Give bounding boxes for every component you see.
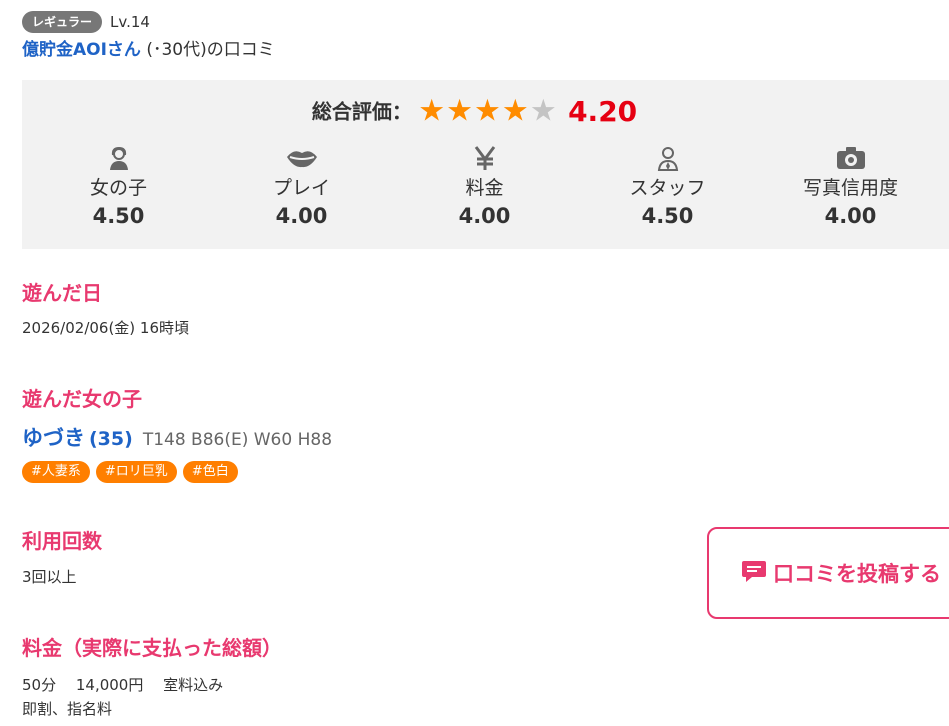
category-score: 4.00 — [275, 204, 328, 228]
tag-chip[interactable]: #人妻系 — [22, 461, 90, 483]
star-filled-icon: ★ — [418, 93, 447, 129]
visit-date-heading: 遊んだ日 — [22, 281, 102, 305]
category-name: プレイ — [272, 177, 330, 199]
girl-stats: T148 B86(E) W60 H88 — [142, 430, 333, 450]
reviewer-line: 億貯金AOIさん (･30代)の口コミ — [22, 38, 275, 62]
lips-icon — [210, 143, 393, 173]
overall-rating: 総合評価： ★★★★★ 4.20 — [0, 92, 949, 130]
category-price: 料金 4.00 — [393, 143, 576, 231]
price-options: 即割、指名料 — [22, 700, 113, 718]
staff-person-icon — [576, 143, 759, 173]
camera-icon — [759, 143, 942, 173]
girl-age[interactable]: (35) — [89, 428, 133, 450]
girl-person-icon — [27, 143, 210, 173]
category-score: 4.50 — [641, 204, 694, 228]
category-score: 4.00 — [458, 204, 511, 228]
category-name: 料金 — [465, 177, 504, 199]
star-filled-icon: ★ — [446, 93, 474, 129]
overall-rating-label: 総合評価： — [311, 99, 412, 124]
overall-score: 4.20 — [568, 94, 638, 128]
post-review-button[interactable]: 口コミを投稿する — [707, 527, 949, 619]
star-rating: ★★★★★ — [418, 94, 558, 129]
girl-name-link[interactable]: ゆづき — [22, 426, 85, 450]
price-heading: 料金（実際に支払った総額） — [22, 636, 282, 660]
tag-chip[interactable]: #色白 — [182, 461, 238, 483]
rank-badge: レギュラー — [22, 11, 103, 33]
tag-chip[interactable]: #ロリ巨乳 — [95, 461, 177, 483]
speech-bubble-icon — [741, 558, 767, 588]
reviewer-name-link[interactable]: 億貯金AOIさん — [22, 40, 141, 60]
girl-heading: 遊んだ女の子 — [22, 387, 142, 411]
visit-date-value: 2026/02/06(金) 16時頃 — [22, 319, 190, 337]
usage-value: 3回以上 — [22, 568, 77, 586]
category-score: 4.00 — [824, 204, 877, 228]
usage-heading: 利用回数 — [22, 529, 102, 553]
category-name: 写真信用度 — [802, 177, 898, 199]
star-filled-icon: ★ — [474, 93, 502, 129]
category-girl: 女の子 4.50 — [27, 143, 210, 231]
category-staff: スタッフ 4.50 — [576, 143, 759, 231]
post-review-label: 口コミを投稿する — [773, 562, 941, 586]
star-empty-icon: ★ — [529, 93, 558, 129]
yen-icon — [393, 143, 576, 173]
reviewer-meta: (･30代)の口コミ — [146, 40, 275, 60]
star-filled-icon: ★ — [501, 93, 530, 129]
category-photo: 写真信用度 4.00 — [759, 143, 942, 231]
girl-info: ゆづき (35) T148 B86(E) W60 H88 — [22, 424, 332, 454]
reviewer-level: Lv.14 — [110, 13, 150, 31]
price-detail: 50分 14,000円 室料込み — [22, 676, 224, 694]
category-name: 女の子 — [89, 177, 147, 199]
category-play: プレイ 4.00 — [210, 143, 393, 231]
girl-tags: #人妻系 #ロリ巨乳 #色白 — [22, 461, 238, 483]
category-name: スタッフ — [629, 177, 706, 199]
category-score: 4.50 — [92, 204, 145, 228]
